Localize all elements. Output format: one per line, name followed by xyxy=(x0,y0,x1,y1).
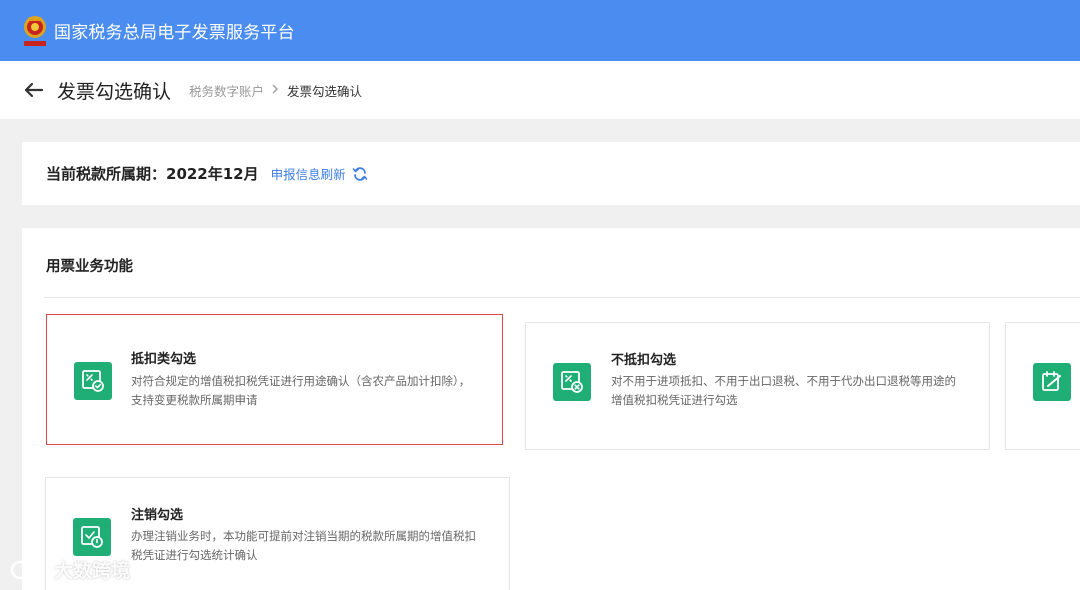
platform-title: 国家税务总局电子发票服务平台 xyxy=(54,23,295,43)
divider xyxy=(44,297,1080,298)
watermark-logo-icon xyxy=(10,559,44,579)
refresh-declaration-link[interactable]: 申报信息刷新 xyxy=(271,164,346,183)
card-desc-line1: 办理注销业务时，本功能可提前对注销当期的税款所属期的增值税扣 xyxy=(131,529,476,543)
breadcrumb-item-tax-account[interactable]: 税务数字账户 xyxy=(189,81,264,100)
section-title: 用票业务功能 xyxy=(46,259,133,275)
card-desc-line1: 对符合规定的增值税扣税凭证进行用途确认（含农产品加计扣除）， xyxy=(131,374,471,388)
check-invoice-icon xyxy=(74,362,112,400)
tax-period-card: 当前税款所属期：2022年12月 申报信息刷新 xyxy=(22,142,1080,205)
card-desc-line2: 增值税扣税凭证进行勾选 xyxy=(611,393,738,407)
edit-invoice-icon xyxy=(1033,363,1071,401)
card-desc-line2: 支持变更税款所属期申请 xyxy=(131,393,258,407)
back-button[interactable] xyxy=(24,80,44,100)
top-bar: 国家税务总局电子发票服务平台 xyxy=(0,0,1080,61)
page-header: 发票勾选确认 税务数字账户 发票勾选确认 xyxy=(0,61,1080,119)
watermark-text: 大数跨境 xyxy=(54,560,131,582)
function-panel: 用票业务功能 抵扣类勾选 对符合规定的增值税扣税凭证进行用途确认（含农产品加计扣… xyxy=(22,228,1080,590)
card-desc-line1: 对不用于进项抵扣、不用于出口退税、不用于代办出口退税等用途的 xyxy=(611,374,956,388)
page-title: 发票勾选确认 xyxy=(57,80,172,103)
card-title: 注销勾选 xyxy=(131,508,184,523)
breadcrumb: 税务数字账户 发票勾选确认 xyxy=(189,81,362,100)
card-partial[interactable] xyxy=(1005,322,1080,450)
watermark: 大数跨境 xyxy=(10,556,130,583)
refresh-icon[interactable] xyxy=(352,166,368,182)
tax-period-label: 当前税款所属期：2022年12月 xyxy=(46,165,259,183)
card-desc-line2: 税凭证进行勾选统计确认 xyxy=(131,548,258,562)
breadcrumb-item-current: 发票勾选确认 xyxy=(287,83,363,99)
tax-emblem-logo xyxy=(20,14,50,48)
card-title: 抵扣类勾选 xyxy=(131,352,197,367)
cancel-invoice-icon xyxy=(73,518,111,556)
chevron-right-icon xyxy=(272,83,279,97)
card-non-deduction-selection[interactable]: 不抵扣勾选 对不用于进项抵扣、不用于出口退税、不用于代办出口退税等用途的 增值税… xyxy=(525,322,990,450)
arrow-left-icon xyxy=(25,83,43,97)
no-deduct-invoice-icon xyxy=(553,363,591,401)
card-deduction-selection[interactable]: 抵扣类勾选 对符合规定的增值税扣税凭证进行用途确认（含农产品加计扣除）， 支持变… xyxy=(46,314,503,445)
card-title: 不抵扣勾选 xyxy=(611,353,677,368)
